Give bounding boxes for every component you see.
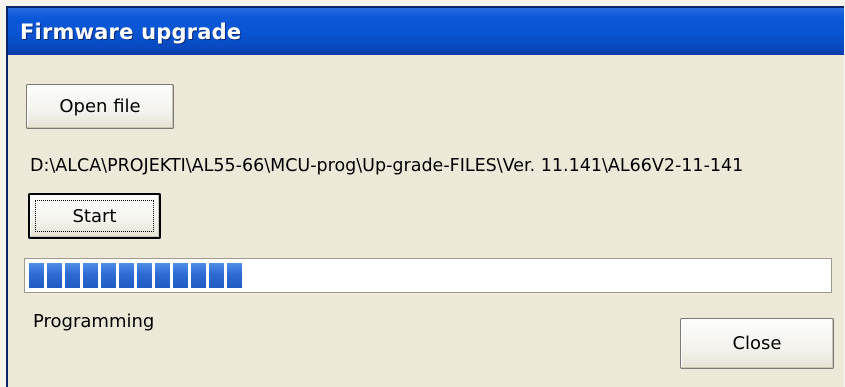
- progress-block: [227, 263, 242, 288]
- status-label: Programming: [33, 311, 155, 332]
- file-path-label: D:\ALCA\PROJEKTI\AL55-66\MCU-prog\Up-gra…: [30, 156, 744, 176]
- progress-block: [191, 263, 206, 288]
- progress-bar: [24, 258, 832, 293]
- progress-block: [83, 263, 98, 288]
- progress-block: [119, 263, 134, 288]
- close-button-label: Close: [732, 333, 782, 354]
- progress-block: [65, 263, 80, 288]
- open-file-button[interactable]: Open file: [26, 84, 174, 129]
- title-bar[interactable]: Firmware upgrade: [8, 8, 844, 55]
- progress-block: [47, 263, 62, 288]
- progress-block: [29, 263, 44, 288]
- progress-block: [101, 263, 116, 288]
- progress-block: [155, 263, 170, 288]
- progress-fill: [29, 263, 242, 288]
- window-title: Firmware upgrade: [20, 19, 242, 44]
- start-button[interactable]: Start: [28, 193, 161, 239]
- close-button[interactable]: Close: [680, 318, 834, 369]
- firmware-upgrade-window: Firmware upgrade Open file D:\ALCA\PROJE…: [6, 6, 844, 387]
- progress-block: [137, 263, 152, 288]
- progress-block: [209, 263, 224, 288]
- progress-block: [173, 263, 188, 288]
- open-file-button-label: Open file: [59, 96, 141, 117]
- start-button-label: Start: [72, 205, 117, 227]
